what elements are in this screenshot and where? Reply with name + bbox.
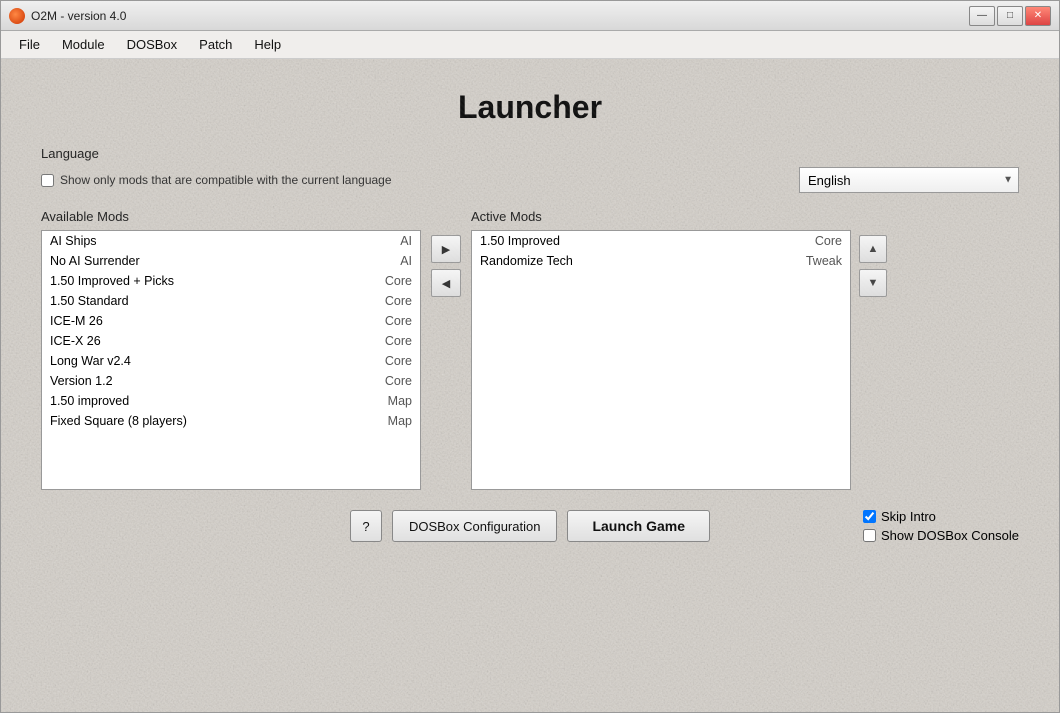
list-item[interactable]: Randomize TechTweak: [472, 251, 850, 271]
language-select[interactable]: EnglishFrenchGermanSpanishItalian: [799, 167, 1019, 193]
sort-buttons: ▲ ▼: [851, 235, 895, 297]
list-item[interactable]: No AI SurrenderAI: [42, 251, 420, 271]
menu-bar: FileModuleDOSBoxPatchHelp: [1, 31, 1059, 59]
show-console-checkbox[interactable]: [863, 529, 876, 542]
move-up-button[interactable]: ▲: [859, 235, 887, 263]
transfer-buttons: ▶ ◀: [421, 235, 471, 297]
window-title: O2M - version 4.0: [31, 9, 126, 23]
active-mods-panel: Active Mods 1.50 ImprovedCoreRandomize T…: [471, 209, 851, 490]
mods-section: Available Mods AI ShipsAINo AI Surrender…: [41, 209, 1019, 490]
active-mods-title: Active Mods: [471, 209, 851, 224]
list-item[interactable]: Long War v2.4Core: [42, 351, 420, 371]
bottom-right-options: Skip Intro Show DOSBox Console: [863, 509, 1019, 543]
menu-item-module[interactable]: Module: [52, 34, 115, 55]
list-item[interactable]: 1.50 ImprovedCore: [472, 231, 850, 251]
list-item[interactable]: 1.50 improvedMap: [42, 391, 420, 411]
language-section-label: Language: [41, 146, 1019, 161]
language-compat-row: Show only mods that are compatible with …: [41, 173, 392, 187]
main-window: O2M - version 4.0 — □ ✕ FileModuleDOSBox…: [0, 0, 1060, 713]
menu-item-help[interactable]: Help: [244, 34, 291, 55]
bottom-bar: ? DOSBox Configuration Launch Game Skip …: [41, 490, 1019, 552]
title-bar: O2M - version 4.0 — □ ✕: [1, 1, 1059, 31]
list-item[interactable]: ICE-X 26Core: [42, 331, 420, 351]
skip-intro-checkbox[interactable]: [863, 510, 876, 523]
add-mod-button[interactable]: ▶: [431, 235, 461, 263]
show-console-label: Show DOSBox Console: [881, 528, 1019, 543]
main-content: Launcher Language Show only mods that ar…: [1, 59, 1059, 712]
show-console-row: Show DOSBox Console: [863, 528, 1019, 543]
menu-item-file[interactable]: File: [9, 34, 50, 55]
skip-intro-label: Skip Intro: [881, 509, 936, 524]
language-section: Language Show only mods that are compati…: [41, 146, 1019, 193]
language-select-wrapper: EnglishFrenchGermanSpanishItalian: [799, 167, 1019, 193]
language-compat-label: Show only mods that are compatible with …: [60, 173, 392, 187]
maximize-button[interactable]: □: [997, 6, 1023, 26]
app-icon: [9, 8, 25, 24]
list-item[interactable]: AI ShipsAI: [42, 231, 420, 251]
close-button[interactable]: ✕: [1025, 6, 1051, 26]
skip-intro-row: Skip Intro: [863, 509, 936, 524]
minimize-button[interactable]: —: [969, 6, 995, 26]
available-mods-container: AI ShipsAINo AI SurrenderAI1.50 Improved…: [41, 230, 421, 490]
page-title: Launcher: [41, 59, 1019, 146]
list-item[interactable]: 1.50 StandardCore: [42, 291, 420, 311]
title-bar-left: O2M - version 4.0: [9, 8, 126, 24]
move-down-button[interactable]: ▼: [859, 269, 887, 297]
available-mods-panel: Available Mods AI ShipsAINo AI Surrender…: [41, 209, 421, 490]
available-mods-title: Available Mods: [41, 209, 421, 224]
list-item[interactable]: 1.50 Improved + PicksCore: [42, 271, 420, 291]
menu-item-patch[interactable]: Patch: [189, 34, 242, 55]
list-item[interactable]: Version 1.2Core: [42, 371, 420, 391]
dosbox-config-button[interactable]: DOSBox Configuration: [392, 510, 558, 542]
list-item[interactable]: ICE-M 26Core: [42, 311, 420, 331]
launch-game-button[interactable]: Launch Game: [567, 510, 710, 542]
title-bar-buttons: — □ ✕: [969, 6, 1051, 26]
remove-mod-button[interactable]: ◀: [431, 269, 461, 297]
language-compat-checkbox[interactable]: [41, 174, 54, 187]
help-button[interactable]: ?: [350, 510, 382, 542]
list-item[interactable]: Fixed Square (8 players)Map: [42, 411, 420, 431]
menu-item-dosbox[interactable]: DOSBox: [117, 34, 188, 55]
active-mods-container: 1.50 ImprovedCoreRandomize TechTweak: [471, 230, 851, 490]
active-mods-list: 1.50 ImprovedCoreRandomize TechTweak: [472, 231, 850, 489]
available-mods-list: AI ShipsAINo AI SurrenderAI1.50 Improved…: [42, 231, 420, 489]
language-row: Show only mods that are compatible with …: [41, 167, 1019, 193]
